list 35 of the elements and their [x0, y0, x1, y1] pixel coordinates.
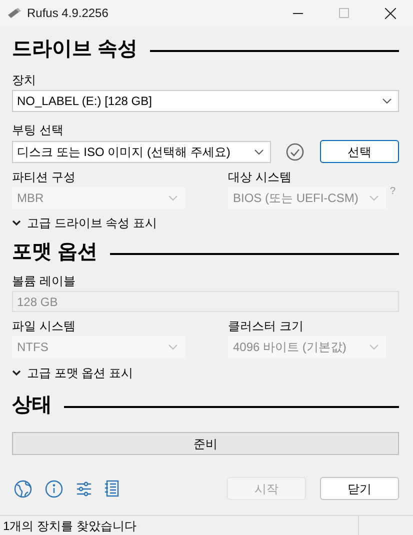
- log-icon[interactable]: [105, 480, 119, 497]
- checkmark-icon[interactable]: [286, 142, 304, 160]
- close-icon: [384, 8, 396, 18]
- status-bar-text: 1개의 장치를 찾았습니다: [2, 518, 138, 534]
- section-heading: 드라이브 속성: [12, 37, 138, 61]
- select-button[interactable]: 선택: [320, 140, 399, 163]
- field-label: 클러스터 크기: [228, 319, 304, 334]
- chevron-down-icon: [382, 98, 392, 104]
- chevron-down-icon: [254, 148, 264, 154]
- field-label: 대상 시스템: [228, 170, 292, 185]
- section-heading: 상태: [12, 393, 52, 417]
- dropdown[interactable]: 디스크 또는 ISO 이미지 (선택해 주세요): [12, 140, 271, 162]
- dropdown[interactable]: NO_LABEL (E:) [128 GB]: [12, 90, 399, 112]
- chevron-down-icon: [369, 344, 379, 350]
- action-button[interactable]: 닫기: [320, 477, 399, 500]
- chevron-down-icon: [168, 344, 178, 350]
- settings-icon[interactable]: [76, 480, 92, 496]
- usb-drive-icon: [7, 8, 21, 18]
- expand-toggle[interactable]: 고급 드라이브 속성 표시: [12, 214, 158, 232]
- globe-icon[interactable]: [14, 480, 32, 498]
- chevron-down-icon: [12, 370, 21, 376]
- minimize-icon: [293, 12, 303, 14]
- field-label: 파티션 구성: [12, 170, 76, 185]
- chevron-down-icon: [369, 195, 379, 201]
- chevron-down-icon: [12, 220, 21, 226]
- window-title: Rufus 4.9.2256: [27, 5, 108, 22]
- chevron-down-icon: [168, 195, 178, 201]
- info-icon[interactable]: [45, 480, 63, 498]
- field-label: 부팅 선택: [12, 123, 64, 138]
- field-label: 파일 시스템: [12, 319, 76, 334]
- section-heading: 포맷 옵션: [12, 240, 98, 264]
- field-label: 장치: [12, 73, 37, 88]
- field-label: 볼륨 레이블: [12, 274, 76, 289]
- maximize-icon: [339, 8, 349, 18]
- expand-toggle[interactable]: 고급 포맷 옵션 표시: [12, 364, 134, 382]
